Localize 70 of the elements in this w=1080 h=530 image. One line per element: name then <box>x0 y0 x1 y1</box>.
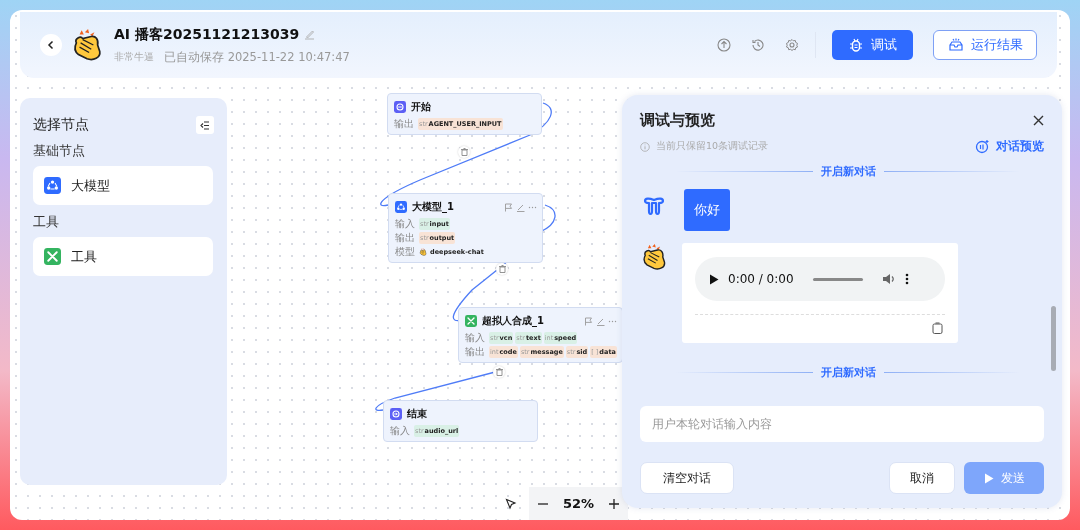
node-title: 结束 <box>407 407 427 421</box>
play-icon[interactable] <box>709 273 719 285</box>
node-title: 开始 <box>411 100 431 114</box>
section-heading: 工具 <box>33 213 60 231</box>
row-label: 输出 <box>394 118 414 130</box>
save-status: 已自动保存 2025-11-22 10:47:47 <box>164 49 350 65</box>
tool-node-icon <box>465 315 477 327</box>
zoom-in-button[interactable] <box>608 497 621 510</box>
audio-progress-track[interactable] <box>812 277 863 281</box>
delete-icon[interactable] <box>493 366 505 378</box>
plus-icon <box>608 497 621 510</box>
upload-icon[interactable] <box>717 38 731 52</box>
row-label: 输入 <box>395 218 415 230</box>
node-type-item[interactable]: 工具 <box>33 237 213 276</box>
new-chat-divider: 开启新对话 <box>820 164 876 179</box>
start-node-icon <box>394 101 406 113</box>
tool-node-icon <box>44 248 61 265</box>
row-label: 输入 <box>390 425 410 437</box>
bot-logo-icon <box>643 197 665 217</box>
pointer-icon[interactable] <box>505 497 517 510</box>
collapse-icon <box>200 120 210 130</box>
edit-icon[interactable] <box>595 316 605 326</box>
play-icon <box>983 472 994 484</box>
panel-title: 调试与预览 <box>640 111 715 130</box>
flag-icon[interactable] <box>583 316 593 326</box>
bug-icon <box>848 37 863 53</box>
chat-input-field[interactable]: 用户本轮对话输入内容 <box>640 406 1044 442</box>
flow-title: AI 播客20251121213039 <box>114 25 300 44</box>
delete-icon[interactable] <box>458 146 470 158</box>
section-heading: 基础节点 <box>33 142 86 160</box>
more-icon[interactable] <box>904 273 909 285</box>
node-title: 超拟人合成_1 <box>482 314 544 328</box>
clapping-hands-icon <box>419 248 427 256</box>
new-chat-divider: 开启新对话 <box>820 365 876 380</box>
settings-icon[interactable] <box>785 38 799 52</box>
delete-icon[interactable] <box>496 263 508 275</box>
back-button[interactable] <box>40 34 62 56</box>
debug-button[interactable]: 调试 <box>832 30 913 60</box>
message-bubble: 你好 <box>684 189 730 231</box>
row-label: 输入 <box>465 332 485 344</box>
chat-sparkle-icon <box>975 139 990 154</box>
volume-icon[interactable] <box>881 273 896 285</box>
flag-icon[interactable] <box>504 202 513 212</box>
node-title: 大模型_1 <box>412 200 454 214</box>
info-icon <box>640 141 650 152</box>
collapse-button[interactable] <box>196 116 214 134</box>
node-type-item[interactable]: 大模型 <box>33 166 213 205</box>
clapping-hands-icon <box>640 243 668 271</box>
note-text: 当前只保留10条调试记录 <box>656 140 769 153</box>
audio-player[interactable]: 0:00 / 0:00 <box>695 257 945 301</box>
row-label: 模型 <box>395 246 415 258</box>
chevron-left-icon <box>46 40 56 50</box>
chat-preview-link[interactable]: 对话预览 <box>975 139 1044 154</box>
audio-time: 0:00 / 0:00 <box>728 272 794 286</box>
panel-title: 选择节点 <box>33 116 89 134</box>
history-icon[interactable] <box>751 38 765 52</box>
inbox-icon <box>947 38 964 52</box>
close-icon[interactable] <box>1033 115 1044 126</box>
row-label: 输出 <box>395 232 415 244</box>
author-name: 非常牛逼 <box>114 50 154 64</box>
model-node-icon <box>395 201 407 213</box>
row-label: 输出 <box>465 346 485 358</box>
zoom-level: 52% <box>563 496 595 511</box>
cancel-button[interactable]: 取消 <box>889 462 955 494</box>
end-node-icon <box>390 408 402 420</box>
copy-icon[interactable] <box>932 322 943 334</box>
edit-icon[interactable] <box>516 202 525 212</box>
run-results-button[interactable]: 运行结果 <box>933 30 1037 60</box>
clear-chat-button[interactable]: 清空对话 <box>640 462 734 494</box>
model-node-icon <box>44 177 61 194</box>
